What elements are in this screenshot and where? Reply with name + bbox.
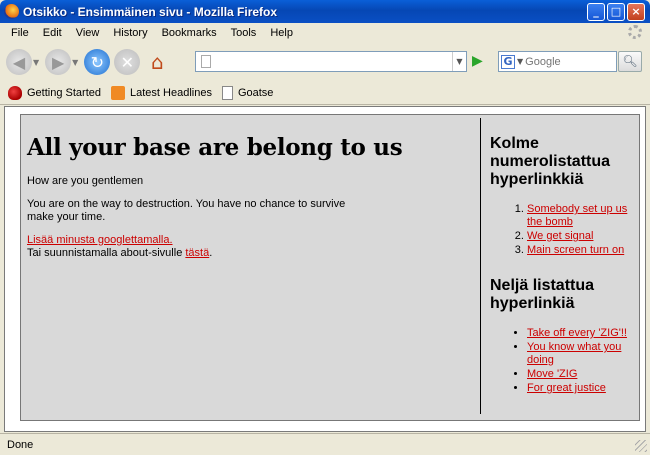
bookmark-getting-started[interactable]: Getting Started: [8, 85, 101, 100]
column-divider: [480, 118, 481, 414]
unordered-link[interactable]: Move 'ZIG: [527, 368, 577, 380]
forward-button[interactable]: ▶: [45, 49, 72, 75]
unordered-link-list: Take off every 'ZIG'!! You know what you…: [490, 327, 640, 395]
bookmark-label: Goatse: [237, 86, 274, 99]
url-input[interactable]: [215, 52, 452, 71]
list-item: For great justice: [527, 382, 640, 395]
sidebar-heading-unordered: Neljä listattua hyperlinkiä: [490, 277, 595, 312]
paragraph-greeting: How are you gentlemen: [27, 175, 144, 187]
page-icon: [201, 55, 211, 68]
menu-edit[interactable]: Edit: [36, 27, 69, 39]
list-item: Main screen turn on: [527, 244, 640, 257]
list-item: Somebody set up us the bomb: [527, 203, 640, 229]
back-arrow-icon: ◀: [12, 52, 26, 72]
back-button[interactable]: ◀: [6, 49, 32, 75]
main-column: All your base are belong to us How are y…: [27, 115, 477, 270]
close-button[interactable]: ×: [627, 2, 645, 21]
content-area: All your base are belong to us How are y…: [4, 106, 646, 432]
bookmark-goatse[interactable]: Goatse: [221, 85, 274, 100]
forward-arrow-icon: ▶: [52, 52, 65, 72]
menu-bookmarks[interactable]: Bookmarks: [155, 27, 224, 39]
window-title: Otsikko - Ensimmäinen sivu - Mozilla Fir…: [23, 4, 278, 19]
page-icon: [221, 85, 233, 100]
resize-grip-icon[interactable]: [635, 440, 647, 452]
home-icon: ⌂: [150, 50, 164, 74]
unordered-link[interactable]: Take off every 'ZIG'!!: [527, 327, 627, 339]
bookmark-latest-headlines[interactable]: Latest Headlines: [111, 85, 212, 100]
stop-button[interactable]: ✕: [114, 49, 141, 75]
status-text: Done: [7, 438, 34, 451]
list-item: Take off every 'ZIG'!!: [527, 327, 640, 340]
menu-view[interactable]: View: [69, 27, 107, 39]
about-text: Tai suunnistamalla about-sivulle: [27, 247, 186, 259]
bookmarks-toolbar: Getting Started Latest Headlines Goatse: [0, 81, 650, 105]
url-dropdown-icon[interactable]: ▼: [452, 52, 466, 71]
search-button[interactable]: 🔍︎: [618, 51, 642, 72]
list-item: We get signal: [527, 230, 640, 243]
menu-help[interactable]: Help: [263, 27, 300, 39]
rss-icon: [111, 85, 125, 100]
google-engine-icon[interactable]: G: [501, 54, 515, 69]
unordered-link[interactable]: You know what you doing: [527, 341, 621, 366]
search-engine-dropdown-icon[interactable]: ▼: [517, 57, 523, 66]
google-link[interactable]: Lisää minusta googlettamalla.: [27, 234, 173, 246]
ordered-link[interactable]: We get signal: [527, 230, 593, 242]
bookmark-label: Getting Started: [27, 86, 101, 99]
navigation-toolbar: ◀ ▼ ▶ ▼ ↻ ✕ ⌂ ▼ ▶ G ▼ 🔍︎: [0, 43, 650, 81]
list-item: Move 'ZIG: [527, 368, 640, 381]
firefox-icon: [4, 4, 19, 19]
address-bar: ▼: [195, 51, 467, 72]
sidebar-heading-ordered: Kolme numerolistattua hyperlinkkiä: [490, 135, 611, 188]
minimize-button[interactable]: _: [587, 2, 605, 21]
menu-tools[interactable]: Tools: [224, 27, 264, 39]
back-dropdown-icon[interactable]: ▼: [33, 58, 39, 67]
throbber-icon: [628, 25, 642, 39]
menu-file[interactable]: File: [4, 27, 36, 39]
list-item: You know what you doing: [527, 341, 640, 367]
ordered-link-list: Somebody set up us the bomb We get signa…: [490, 203, 640, 257]
page-heading: All your base are belong to us: [27, 134, 403, 161]
window-titlebar: Otsikko - Ensimmäinen sivu - Mozilla Fir…: [0, 0, 650, 23]
search-input[interactable]: [525, 52, 616, 71]
about-link[interactable]: tästä: [185, 247, 209, 259]
forward-dropdown-icon[interactable]: ▼: [72, 58, 78, 67]
search-bar: G ▼: [498, 51, 617, 72]
unordered-link[interactable]: For great justice: [527, 382, 606, 394]
ordered-link[interactable]: Main screen turn on: [527, 244, 624, 256]
reload-button[interactable]: ↻: [84, 49, 111, 75]
status-bar: Done: [0, 433, 650, 455]
firefox-bookmark-icon: [8, 85, 22, 100]
menubar: File Edit View History Bookmarks Tools H…: [0, 23, 650, 43]
home-button[interactable]: ⌂: [144, 49, 170, 75]
sidebar: Kolme numerolistattua hyperlinkkiä Someb…: [490, 115, 640, 396]
reload-icon: ↻: [90, 52, 105, 72]
bookmark-label: Latest Headlines: [130, 86, 212, 99]
ordered-link[interactable]: Somebody set up us the bomb: [527, 203, 627, 228]
menu-history[interactable]: History: [106, 27, 154, 39]
about-text-suffix: .: [209, 247, 213, 259]
paragraph-links: Lisää minusta googlettamalla. Tai suunni…: [27, 234, 477, 260]
magnifier-icon: 🔍︎: [622, 54, 638, 68]
paragraph-destruction: You are on the way to destruction. You h…: [27, 198, 346, 223]
web-page: All your base are belong to us How are y…: [20, 114, 640, 421]
maximize-button[interactable]: □: [607, 2, 625, 21]
go-icon[interactable]: ▶: [472, 54, 486, 68]
stop-icon: ✕: [120, 52, 135, 72]
